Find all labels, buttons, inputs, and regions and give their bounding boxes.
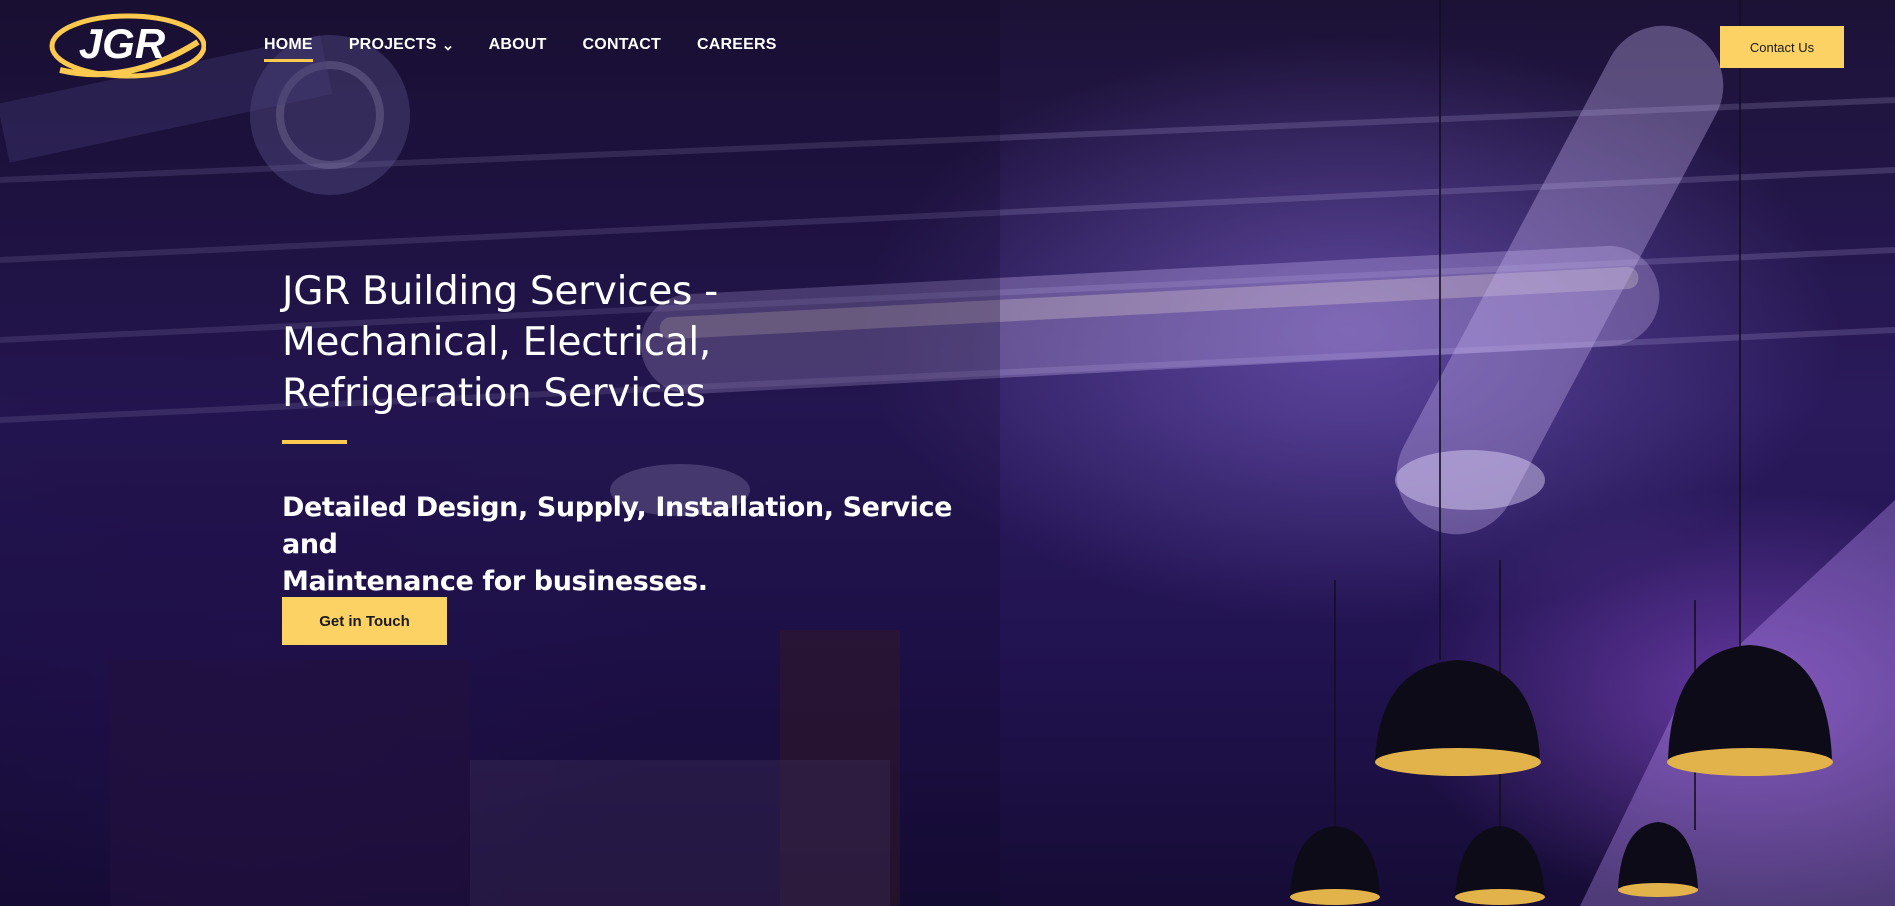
nav-item-label: CONTACT	[582, 36, 661, 53]
hero-divider	[282, 440, 347, 444]
chevron-down-icon	[443, 40, 453, 51]
hero-title-line: Mechanical, Electrical,	[282, 320, 711, 365]
hero-subtitle: Detailed Design, Supply, Installation, S…	[282, 489, 1002, 600]
hero-subtitle-line: Maintenance for businesses.	[282, 566, 708, 597]
hero-subtitle-line: Detailed Design, Supply, Installation, S…	[282, 492, 953, 560]
hero-title-line: Refrigeration Services	[282, 371, 706, 416]
logo-text: JGR	[79, 20, 166, 67]
jgr-logo[interactable]: JGR	[48, 12, 207, 80]
hero-background-image	[0, 0, 1895, 906]
get-in-touch-button[interactable]: Get in Touch	[282, 597, 447, 645]
nav-item-projects[interactable]: PROJECTS	[349, 36, 453, 54]
jgr-logo-mark: JGR	[49, 13, 207, 79]
nav-item-label: CAREERS	[696, 36, 777, 53]
contact-us-button[interactable]: Contact Us	[1720, 26, 1844, 68]
nav-item-contact[interactable]: CONTACT	[583, 36, 661, 54]
nav-item-label: HOME	[264, 36, 313, 53]
nav-item-home[interactable]: HOME	[264, 36, 313, 62]
site-header: JGR HOME PROJECTS ABOUT CONTACT CAREERS …	[0, 0, 1895, 95]
nav-item-label: PROJECTS	[348, 36, 437, 53]
nav-item-about[interactable]: ABOUT	[489, 36, 547, 54]
hero-title-line: JGR Building Services -	[282, 269, 718, 314]
main-nav: HOME PROJECTS ABOUT CONTACT CAREERS	[264, 36, 813, 62]
hero-title: JGR Building Services - Mechanical, Elec…	[282, 266, 842, 419]
nav-item-careers[interactable]: CAREERS	[697, 36, 777, 54]
ceiling-scene	[0, 0, 1895, 906]
nav-item-label: ABOUT	[488, 36, 547, 53]
